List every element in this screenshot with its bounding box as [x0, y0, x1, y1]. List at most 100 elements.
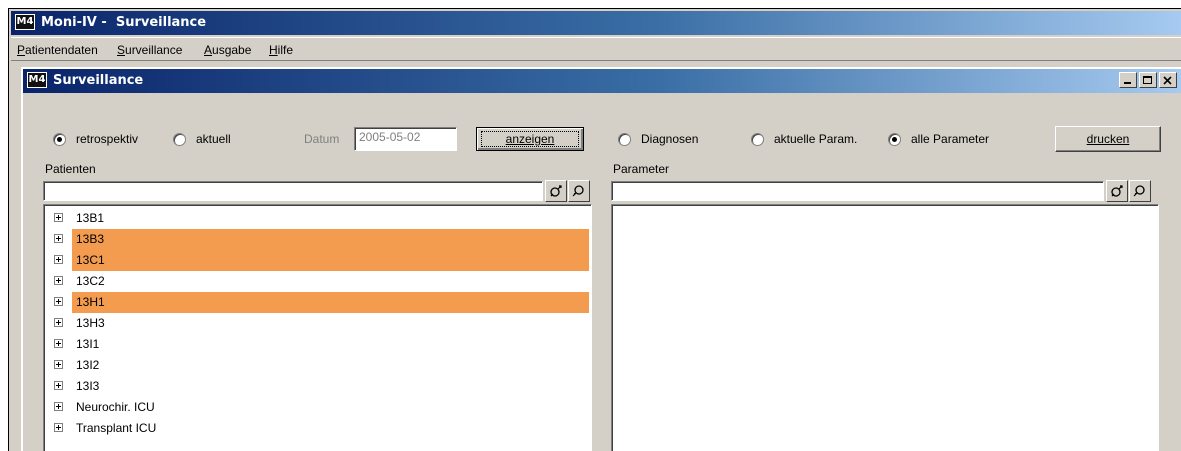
- app-window: M4 Moni-IV - Surveillance Patientendaten…: [8, 8, 1181, 451]
- patienten-tree[interactable]: 13B1 13B3 13C1 13C2 13H1 13H3 13I1 13I2 13I3 Neur…: [43, 204, 592, 451]
- tree-item-label: 13I3: [76, 379, 100, 393]
- menu-surveillance[interactable]: Surveillance: [117, 43, 182, 57]
- retrospektiv-label: retrospektiv: [76, 132, 139, 146]
- tree-item[interactable]: 13H1: [46, 292, 589, 313]
- menu-label: atientendaten: [25, 43, 98, 57]
- tree-item-highlight: Neurochir. ICU: [72, 397, 589, 418]
- tree-item[interactable]: 13I3: [46, 376, 589, 397]
- parameter-search-input[interactable]: [611, 181, 1104, 201]
- expand-plus-icon[interactable]: [54, 360, 63, 369]
- aktuell-label: aktuell: [196, 132, 231, 146]
- datum-field[interactable]: 2005-05-02: [354, 127, 457, 151]
- aktuelle-param-radio[interactable]: [751, 133, 764, 146]
- expand-plus-icon[interactable]: [54, 234, 63, 243]
- menu-bar: Patientendaten Surveillance Ausgabe Hilf…: [11, 37, 1181, 61]
- anzeigen-button-label: anzeigen: [505, 132, 555, 146]
- tree-item-highlight: 13B3: [72, 229, 589, 250]
- surveillance-window: M4 Surveillance retrospektiv aktuell Dat…: [21, 67, 1181, 451]
- tree-item-highlight: 13C2: [72, 271, 589, 292]
- parameter-list[interactable]: [611, 204, 1159, 451]
- tree-item-label: Transplant ICU: [76, 421, 157, 435]
- surveillance-title: Surveillance: [53, 73, 144, 88]
- tree-item[interactable]: 13B3: [46, 229, 589, 250]
- tree-item-highlight: 13I1: [72, 334, 589, 355]
- tree-item-label: 13I2: [76, 358, 100, 372]
- expand-plus-icon[interactable]: [54, 297, 63, 306]
- patienten-search-next-button[interactable]: [545, 180, 567, 202]
- close-icon: [1163, 76, 1172, 85]
- menu-accel: S: [117, 43, 126, 57]
- expand-plus-icon[interactable]: [54, 255, 63, 264]
- expand-plus-icon[interactable]: [54, 318, 63, 327]
- drucken-button[interactable]: drucken: [1055, 126, 1161, 152]
- patienten-search-prev-button[interactable]: [568, 180, 590, 202]
- menu-hilfe[interactable]: Hilfe: [269, 43, 293, 57]
- tree-item[interactable]: 13C1: [46, 250, 589, 271]
- app-logo-icon: M4: [15, 14, 35, 30]
- menu-label: usgabe: [212, 43, 252, 57]
- alle-parameter-label: alle Parameter: [911, 132, 990, 146]
- tree-item[interactable]: 13B1: [46, 208, 589, 229]
- expand-plus-icon[interactable]: [54, 381, 63, 390]
- menu-accel: H: [269, 43, 278, 57]
- tree-item-label: 13B1: [76, 211, 105, 225]
- tree-item-label: 13H1: [76, 295, 105, 309]
- menu-accel: A: [204, 43, 213, 57]
- app-title: Moni-IV - Surveillance: [41, 15, 207, 30]
- magnifier-down-icon: [572, 185, 584, 197]
- expand-plus-icon[interactable]: [54, 423, 63, 432]
- minimize-icon: [1124, 82, 1131, 84]
- tree-item[interactable]: Transplant ICU: [46, 418, 589, 439]
- aktuelle-param-label: aktuelle Param.: [774, 132, 858, 146]
- diagnosen-label: Diagnosen: [641, 132, 699, 146]
- tree-item[interactable]: 13H3: [46, 313, 589, 334]
- tree-item-label: 13C2: [76, 274, 105, 288]
- menu-label: urveillance: [125, 43, 183, 57]
- expand-plus-icon[interactable]: [54, 276, 63, 285]
- anzeigen-button[interactable]: anzeigen: [476, 127, 584, 151]
- drucken-button-label: drucken: [1086, 132, 1130, 146]
- tree-item-label: Neurochir. ICU: [76, 400, 155, 414]
- aktuell-radio[interactable]: [173, 133, 186, 146]
- patienten-search-input[interactable]: [43, 181, 543, 201]
- diagnosen-radio[interactable]: [618, 133, 631, 146]
- tree-item-label: 13I1: [76, 337, 100, 351]
- maximize-button[interactable]: [1139, 72, 1157, 88]
- surveillance-title-bar[interactable]: M4 Surveillance: [23, 69, 1181, 93]
- alle-parameter-radio[interactable]: [888, 133, 901, 146]
- maximize-icon: [1143, 76, 1152, 84]
- app-title-bar[interactable]: M4 Moni-IV - Surveillance: [11, 11, 1181, 35]
- child-logo-icon: M4: [27, 72, 47, 88]
- close-button[interactable]: [1159, 72, 1177, 88]
- tree-item-highlight: 13H1: [72, 292, 589, 313]
- expand-plus-icon[interactable]: [54, 339, 63, 348]
- parameter-search-prev-button[interactable]: [1129, 180, 1151, 202]
- tree-item[interactable]: 13I1: [46, 334, 589, 355]
- menu-patientendaten[interactable]: Patientendaten: [17, 43, 98, 57]
- parameter-panel-title: Parameter: [613, 162, 670, 176]
- tree-item[interactable]: 13C2: [46, 271, 589, 292]
- magnifier-up-icon: [1111, 185, 1123, 197]
- tree-item-label: 13H3: [76, 316, 105, 330]
- expand-plus-icon[interactable]: [54, 402, 63, 411]
- magnifier-up-icon: [550, 185, 562, 197]
- tree-item-highlight: 13I2: [72, 355, 589, 376]
- retrospektiv-radio[interactable]: [53, 133, 66, 146]
- expand-plus-icon[interactable]: [54, 213, 63, 222]
- tree-item-label: 13C1: [76, 253, 105, 267]
- menu-label: ilfe: [277, 43, 294, 57]
- tree-item-highlight: Transplant ICU: [72, 418, 589, 439]
- magnifier-down-icon: [1133, 185, 1145, 197]
- menu-accel: P: [17, 43, 26, 57]
- tree-item[interactable]: 13I2: [46, 355, 589, 376]
- tree-item[interactable]: Neurochir. ICU: [46, 397, 589, 418]
- tree-item-highlight: 13I3: [72, 376, 589, 397]
- minimize-button[interactable]: [1119, 72, 1137, 88]
- parameter-search-next-button[interactable]: [1106, 180, 1128, 202]
- patienten-panel-title: Patienten: [45, 162, 96, 176]
- menu-ausgabe[interactable]: Ausgabe: [204, 43, 251, 57]
- tree-item-label: 13B3: [76, 232, 105, 246]
- tree-item-highlight: 13C1: [72, 250, 589, 271]
- tree-item-highlight: 13B1: [72, 208, 589, 229]
- datum-label: Datum: [304, 132, 340, 146]
